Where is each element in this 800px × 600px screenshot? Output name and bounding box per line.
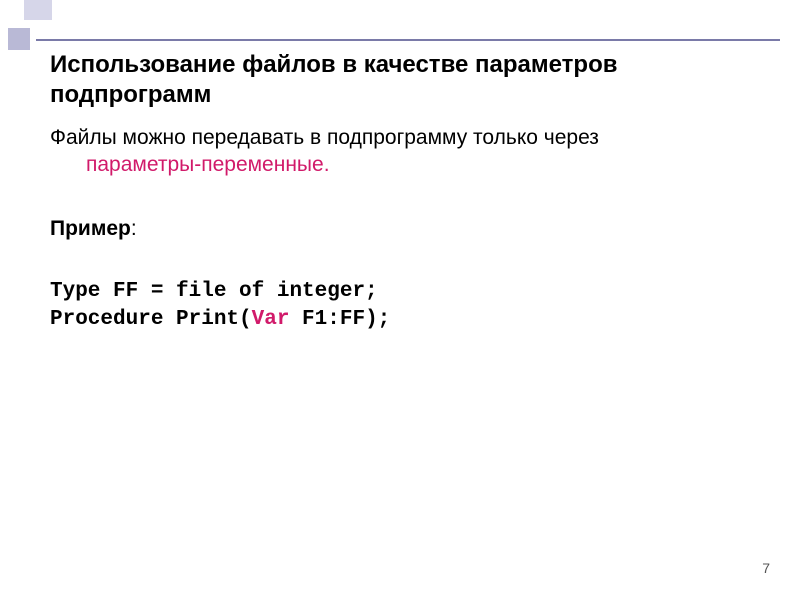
code-keyword-var: Var (252, 308, 290, 331)
slide-content: Использование файлов в качестве параметр… (50, 50, 770, 570)
example-label-row: Пример: (50, 215, 770, 242)
example-label: Пример (50, 217, 131, 240)
code-block: Type FF = file of integer; Procedure Pri… (50, 278, 770, 335)
body-highlight: параметры-переменные. (86, 153, 330, 176)
body-line-text: Файлы можно передавать в подпрограмму то… (50, 126, 599, 149)
slide: Использование файлов в качестве параметр… (0, 0, 800, 600)
decor-square-top (24, 0, 52, 20)
body-line-prefix: Файлы можно передавать в подпрограмму то… (50, 124, 770, 151)
body-paragraph: Файлы можно передавать в подпрограмму то… (50, 124, 770, 179)
slide-title: Использование файлов в качестве параметр… (50, 50, 770, 110)
code-line-2-part2: F1:FF); (289, 308, 390, 331)
example-colon: : (131, 217, 137, 240)
page-number: 7 (762, 560, 770, 576)
decor-horizontal-line (36, 39, 780, 41)
decor-square-left (8, 28, 30, 50)
code-line-2-part1: Procedure Print( (50, 308, 252, 331)
code-line-1: Type FF = file of integer; (50, 280, 378, 303)
